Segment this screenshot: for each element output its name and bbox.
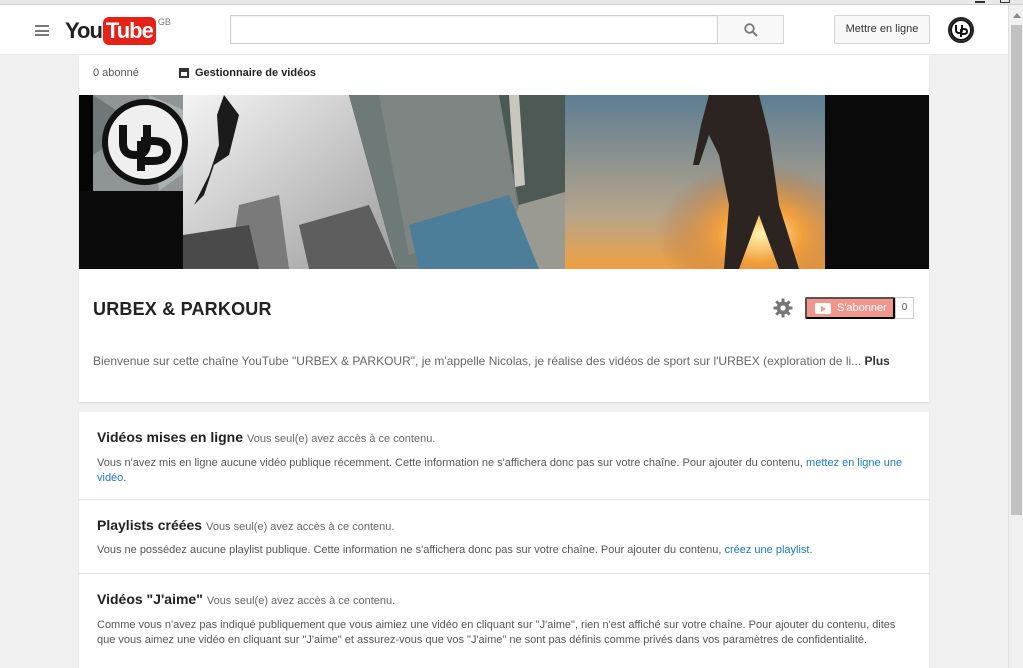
avatar[interactable] — [948, 17, 974, 43]
section-title: Vidéos mises en ligne Vous seul(e) avez a… — [97, 429, 435, 445]
channel-title: URBEX & PARKOUR — [93, 299, 272, 319]
section-text: Vous ne possédez aucune playlist publiqu… — [97, 543, 912, 558]
youtube-play-icon — [815, 302, 831, 314]
scroll-thumb[interactable] — [1011, 25, 1022, 515]
section-title: Vidéos "J'aime" Vous seul(e) avez accès à… — [97, 591, 395, 607]
channel-header: 0 abonné Gestionnaire de vidéos URBEX & … — [79, 55, 929, 402]
channel-avatar-logo — [950, 19, 972, 41]
channel-description: Bienvenue sur cette chaîne YouTube "URBE… — [93, 353, 893, 370]
section-end: . — [123, 472, 127, 484]
section-text: Vous n'avez mis en ligne aucune vidéo pu… — [97, 456, 912, 486]
section-body: Vous n'avez mis en ligne aucune vidéo pu… — [97, 457, 803, 469]
logo-you-text: You — [65, 18, 103, 43]
subscribe-count: 0 — [895, 297, 914, 319]
search-input[interactable] — [230, 15, 718, 44]
section-playlists: Playlists créées Vous seul(e) avez accès … — [79, 500, 929, 574]
section-heading-text[interactable]: Playlists créées — [97, 517, 202, 533]
search-button[interactable] — [717, 15, 784, 44]
hamburger-menu-icon[interactable] — [35, 25, 49, 36]
logo-country-code: GB — [157, 17, 171, 27]
section-heading-text[interactable]: Vidéos "J'aime" — [97, 591, 203, 607]
section-privacy-note: Vous seul(e) avez accès à ce contenu. — [247, 433, 436, 445]
section-privacy-note: Vous seul(e) avez accès à ce contenu. — [206, 595, 396, 607]
youtube-logo[interactable]: You Tube GB — [65, 17, 171, 45]
channel-sections: Vidéos mises en ligne Vous seul(e) avez a… — [79, 412, 929, 668]
upload-button[interactable]: Mettre en ligne — [834, 15, 930, 44]
section-text: Comme vous n'avez pas indiqué publiqueme… — [97, 619, 896, 646]
video-manager-link[interactable]: Gestionnaire de vidéos — [179, 67, 316, 79]
banner-artwork — [79, 95, 929, 269]
maximize-icon[interactable] — [1000, 0, 1010, 3]
section-title: Playlists créées Vous seul(e) avez accès … — [97, 517, 394, 533]
channel-banner — [79, 95, 929, 269]
video-manager-icon — [179, 68, 189, 78]
subscribe-label: S'abonner — [837, 302, 887, 314]
subscribe-button[interactable]: S'abonner — [805, 297, 895, 319]
gear-icon[interactable] — [773, 298, 793, 323]
more-link[interactable]: Plus — [865, 354, 890, 368]
search-icon — [744, 23, 758, 37]
section-likes: Vidéos "J'aime" Vous seul(e) avez accès à… — [79, 574, 929, 668]
scroll-up-arrow-icon[interactable] — [1013, 13, 1021, 18]
minimize-icon[interactable] — [975, 0, 985, 3]
logo-tube-text: Tube — [102, 17, 156, 45]
section-heading-text[interactable]: Vidéos mises en ligne — [97, 429, 243, 445]
video-manager-label: Gestionnaire de vidéos — [195, 67, 317, 79]
section-privacy-note: Vous seul(e) avez accès à ce contenu. — [206, 521, 395, 533]
page-scrollbar[interactable] — [1008, 5, 1023, 668]
section-uploads: Vidéos mises en ligne Vous seul(e) avez a… — [79, 412, 929, 500]
masthead: You Tube GB Mettre en ligne — [0, 5, 1008, 55]
section-end: . — [809, 544, 813, 556]
section-body: Vous ne possédez aucune playlist publiqu… — [97, 544, 722, 556]
channel-subbar: 0 abonné Gestionnaire de vidéos — [79, 55, 929, 95]
create-playlist-link[interactable]: créez une playlist — [724, 544, 809, 556]
description-text: Bienvenue sur cette chaîne YouTube "URBE… — [93, 354, 862, 368]
subscriber-count: 0 abonné — [93, 67, 139, 79]
